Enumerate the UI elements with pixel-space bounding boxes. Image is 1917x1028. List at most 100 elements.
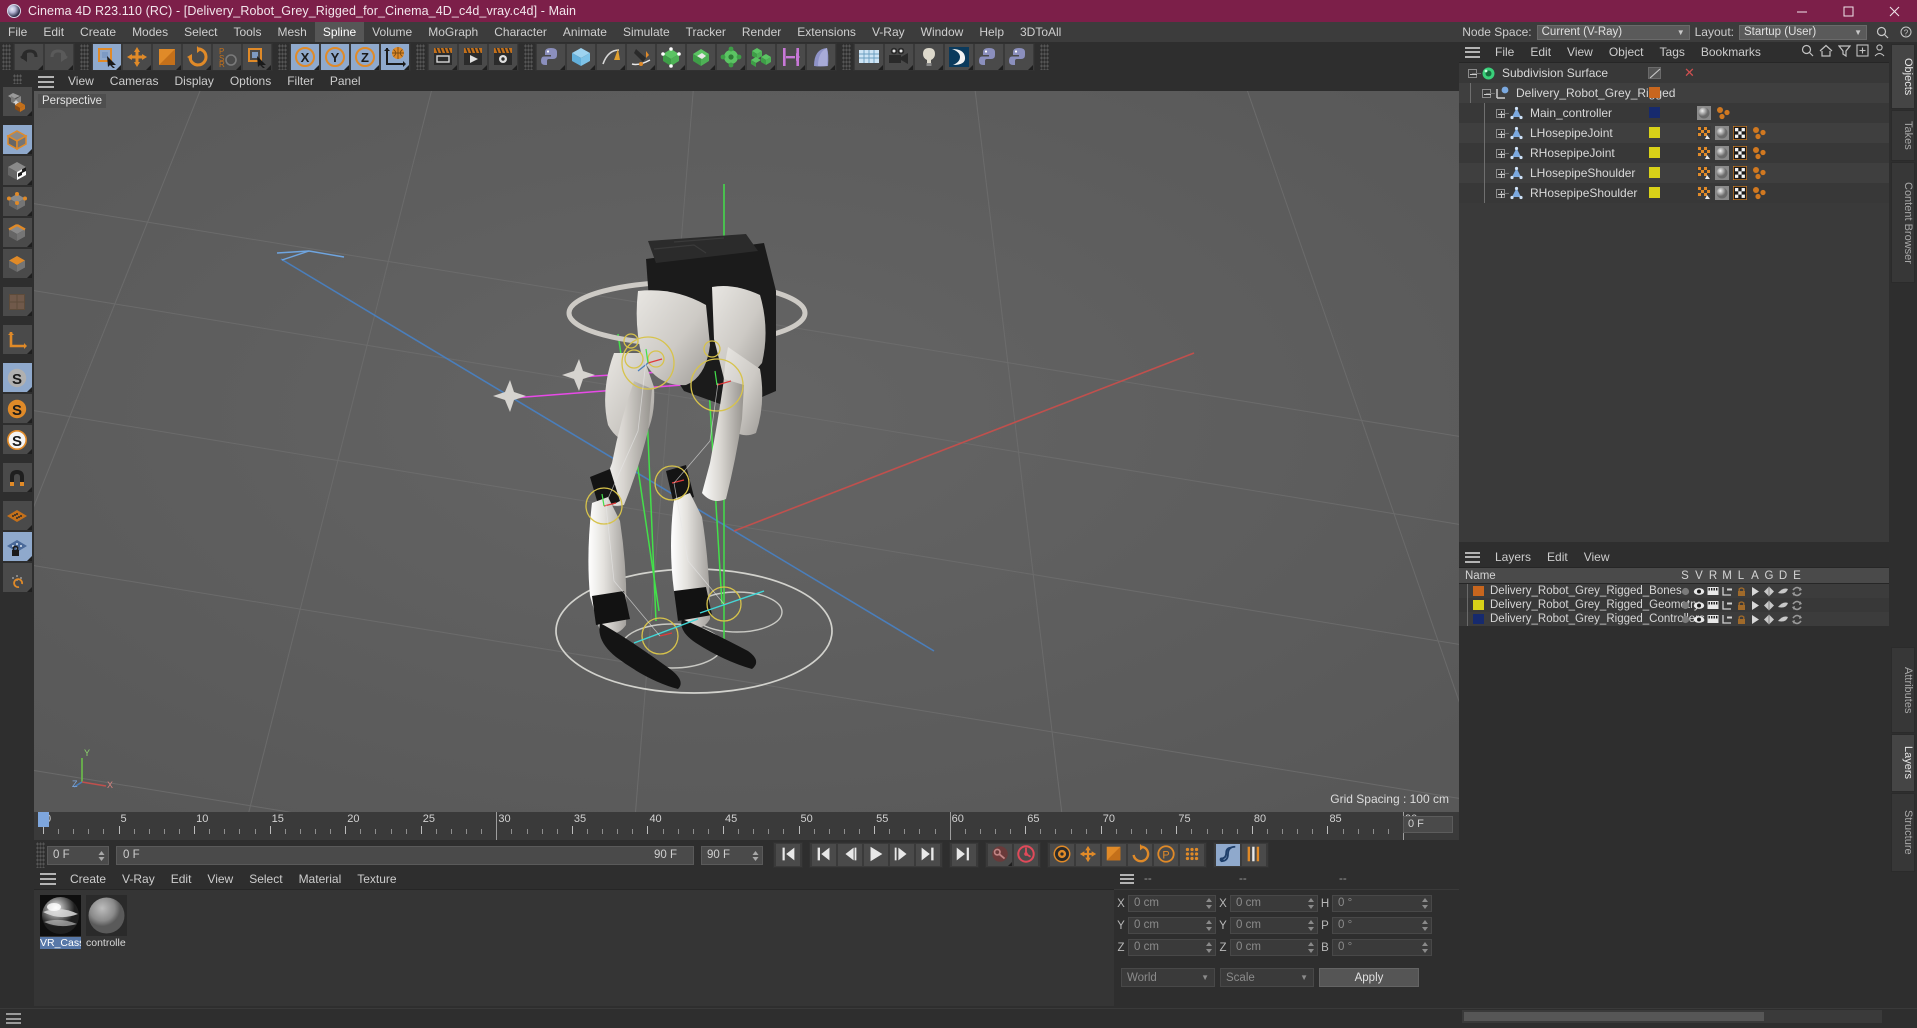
rotation-key-button[interactable] [1128,843,1152,866]
layer-toggle-L[interactable] [1734,584,1748,598]
toolbar-grip[interactable] [1040,44,1049,70]
layer-color-swatch[interactable] [1649,187,1660,198]
menu-file[interactable]: File [0,22,35,42]
layout-dropdown[interactable]: Startup (User) ▼ [1739,24,1867,40]
add-modeling-object-button[interactable] [747,44,775,70]
layer-toggle-A[interactable] [1748,584,1762,598]
layer-toggle-G[interactable] [1762,598,1776,612]
object-row[interactable]: Subdivision Surface ✕ [1459,63,1889,83]
menu-spline[interactable]: Spline [314,22,365,42]
filter-icon[interactable] [1838,44,1851,57]
python-script-2-button[interactable] [1005,44,1033,70]
spline-pen-button[interactable] [627,44,655,70]
layer-toggle-V[interactable] [1692,584,1706,598]
plus-box-icon[interactable] [1856,44,1869,57]
object-row[interactable]: Delivery_Robot_Grey_Rigged [1459,83,1889,103]
sphere-tag[interactable] [1715,186,1729,200]
add-floor-button[interactable] [855,44,883,70]
close-button[interactable] [1871,0,1917,22]
dots-tag[interactable] [1751,186,1766,200]
menu-mesh[interactable]: Mesh [269,22,314,42]
add-instance-button[interactable] [777,44,805,70]
timeline-toggle-button[interactable] [1242,844,1266,866]
close-icon[interactable]: ✕ [1684,66,1695,79]
play-button[interactable] [864,844,888,866]
material-item[interactable]: VR_Cassi [40,895,81,1006]
spinner-arrows-icon[interactable] [97,849,106,863]
layers-menu-view[interactable]: View [1576,547,1618,567]
workplane-button[interactable] [2,501,32,530]
expander-plus[interactable] [1493,143,1509,163]
lock-x-axis-button[interactable]: X [291,44,319,70]
material-item[interactable]: controlle [86,895,127,1006]
points-mode-button[interactable] [2,187,32,216]
layer-toggle-L[interactable] [1734,612,1748,626]
rotation-input[interactable]: 0 ° [1332,895,1432,912]
size-input[interactable]: 0 cm [1230,939,1318,956]
left-toolbar-grip[interactable] [12,74,22,84]
object-row[interactable]: LHosepipeJoint [1459,123,1889,143]
material-menu-edit[interactable]: Edit [163,870,200,889]
layer-toggle-A[interactable] [1748,612,1762,626]
go-to-start-button[interactable] [776,844,800,866]
expander-plus[interactable] [1493,103,1509,123]
render-to-picture-viewer-button[interactable] [459,44,487,70]
live-selection-button[interactable] [243,44,271,70]
scale-key-button[interactable] [1102,844,1126,866]
weight-tag[interactable] [1697,166,1711,180]
material-list[interactable]: VR_Cassi controlle [34,889,1114,1006]
checker-tag[interactable] [1732,165,1748,181]
layer-color-swatch[interactable] [1473,614,1484,624]
material-menu-select[interactable]: Select [241,870,290,889]
menu-help[interactable]: Help [971,22,1012,42]
redo-button[interactable] [45,44,73,70]
preview-end-spinner[interactable]: 90 F [701,845,763,865]
position-input[interactable]: 0 cm [1128,939,1216,956]
dots-tag[interactable] [1751,126,1766,140]
viewport-menu-cameras[interactable]: Cameras [102,72,167,91]
render-settings-button[interactable] [489,44,517,70]
object-row[interactable]: RHosepipeShoulder [1459,183,1889,203]
layer-row[interactable]: Delivery_Robot_Grey_Rigged_Controllers [1459,612,1889,626]
add-camera-button[interactable] [885,44,913,70]
next-key-button[interactable] [916,844,940,866]
layer-toggle-D[interactable] [1776,612,1790,626]
material-thumbnail[interactable] [40,895,81,936]
snap-settings-button[interactable]: S [2,394,32,423]
layer-color-swatch[interactable] [1649,147,1660,158]
toolbar-grip[interactable] [524,44,533,70]
layer-toggle-S[interactable] [1678,598,1692,612]
go-to-end-button[interactable] [952,844,976,866]
material-menu-icon[interactable] [40,873,56,885]
menu-render[interactable]: Render [734,22,789,42]
expander-plus[interactable] [1493,123,1509,143]
material-menu-view[interactable]: View [199,870,241,889]
animation-mode-button[interactable] [1216,844,1240,866]
toolbar-grip[interactable] [416,44,425,70]
spinner-arrows-icon[interactable] [751,849,760,863]
object-row[interactable]: RHosepipeJoint [1459,143,1889,163]
menu-modes[interactable]: Modes [124,22,176,42]
layer-toggle-M[interactable] [1720,598,1734,612]
timeline-current-frame-field[interactable]: 0 F [1403,816,1453,833]
size-input[interactable]: 0 cm [1230,895,1318,912]
tab-takes[interactable]: Takes [1891,110,1915,161]
object-manager-menu-bookmarks[interactable]: Bookmarks [1693,42,1769,62]
menu-tracker[interactable]: Tracker [678,22,734,42]
weight-tag[interactable] [1697,186,1711,200]
menu-character[interactable]: Character [486,22,555,42]
spinner-arrows-icon[interactable] [1421,897,1429,910]
uv-mode-button[interactable] [2,287,32,316]
layers-menu-icon[interactable] [1465,551,1480,563]
rotation-input[interactable]: 0 ° [1332,939,1432,956]
layer-toggle-A[interactable] [1748,598,1762,612]
menu-tools[interactable]: Tools [225,22,269,42]
add-light-button[interactable] [915,44,943,70]
tab-content-browser[interactable]: Content Browser [1891,162,1915,283]
position-key-button[interactable] [1076,844,1100,866]
material-menu-texture[interactable]: Texture [349,870,404,889]
layer-color-swatch[interactable] [1473,600,1484,610]
psr-lock-button[interactable]: PSR [213,44,241,70]
add-spline-button[interactable] [597,44,625,70]
layer-toggle-M[interactable] [1720,584,1734,598]
